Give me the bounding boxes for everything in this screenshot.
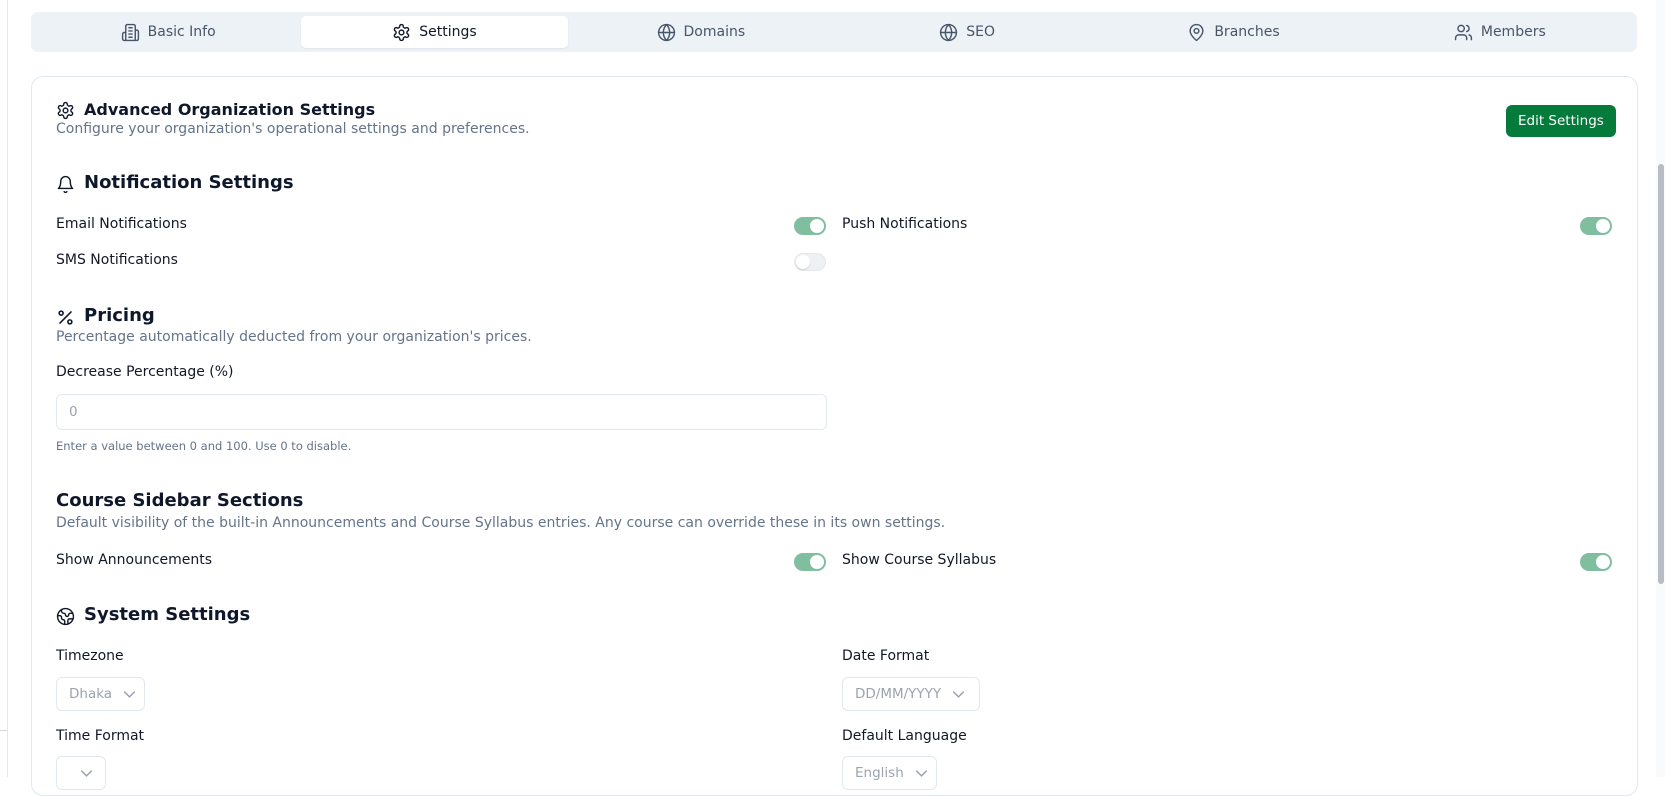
course-sidebar-description: Default visibility of the built-in Annou… xyxy=(56,515,946,531)
timezone-select[interactable]: Dhaka xyxy=(56,677,145,711)
tab-domains[interactable]: Domains xyxy=(568,16,834,48)
tab-basic-info[interactable]: Basic Info xyxy=(35,16,301,48)
card-title: Advanced Organization Settings xyxy=(84,100,376,119)
globe-icon xyxy=(56,607,75,626)
tab-members[interactable]: Members xyxy=(1367,16,1633,48)
tab-label: Branches xyxy=(1214,24,1280,40)
system-settings-title: System Settings xyxy=(84,604,251,625)
timezone-value: Dhaka xyxy=(69,686,113,702)
card-description: Configure your organization's operationa… xyxy=(56,121,530,137)
percent-icon xyxy=(56,308,75,327)
time-format-select[interactable] xyxy=(56,756,106,790)
scrollbar[interactable] xyxy=(1656,0,1665,777)
sms-notifications-label: SMS Notifications xyxy=(56,252,178,268)
date-format-value: DD/MM/YYYY xyxy=(855,686,942,702)
tab-bar: Basic Info Settings Domains SEO Branches… xyxy=(31,12,1637,52)
chevron-down-icon xyxy=(912,764,931,783)
course-sidebar-title: Course Sidebar Sections xyxy=(56,490,304,511)
default-language-label: Default Language xyxy=(842,728,967,744)
sms-notifications-toggle[interactable] xyxy=(794,253,826,271)
settings-card: Advanced Organization Settings Configure… xyxy=(31,76,1638,796)
pricing-description: Percentage automatically deducted from y… xyxy=(56,329,532,345)
tab-branches[interactable]: Branches xyxy=(1100,16,1366,48)
globe-icon xyxy=(939,23,958,42)
gear-icon xyxy=(392,23,411,42)
left-rail xyxy=(0,0,8,777)
decrease-percentage-input[interactable]: 0 xyxy=(56,394,827,430)
email-notifications-label: Email Notifications xyxy=(56,216,187,232)
building-icon xyxy=(121,23,140,42)
chevron-down-icon xyxy=(77,764,96,783)
email-notifications-toggle[interactable] xyxy=(794,217,826,235)
push-notifications-toggle[interactable] xyxy=(1580,217,1612,235)
bell-icon xyxy=(56,175,75,194)
show-announcements-toggle[interactable] xyxy=(794,553,826,571)
notification-settings-title: Notification Settings xyxy=(84,172,294,193)
time-format-label: Time Format xyxy=(56,728,145,744)
chevron-down-icon xyxy=(949,685,968,704)
date-format-select[interactable]: DD/MM/YYYY xyxy=(842,677,980,711)
tab-label: Basic Info xyxy=(147,24,216,40)
globe-icon xyxy=(657,23,676,42)
map-pin-icon xyxy=(1187,23,1206,42)
timezone-label: Timezone xyxy=(56,648,124,664)
decrease-percentage-help: Enter a value between 0 and 100. Use 0 t… xyxy=(56,439,352,453)
show-course-syllabus-toggle[interactable] xyxy=(1580,553,1612,571)
edit-settings-button[interactable]: Edit Settings xyxy=(1506,105,1616,137)
show-course-syllabus-label: Show Course Syllabus xyxy=(842,552,997,568)
tab-label: Members xyxy=(1480,24,1546,40)
default-language-select[interactable]: English xyxy=(842,756,937,790)
gear-icon xyxy=(56,101,75,120)
scrollbar-thumb[interactable] xyxy=(1658,164,1664,584)
decrease-percentage-label: Decrease Percentage (%) xyxy=(56,364,234,380)
push-notifications-label: Push Notifications xyxy=(842,216,968,232)
tab-label: Settings xyxy=(419,24,477,40)
tab-label: Domains xyxy=(683,24,746,40)
tab-settings[interactable]: Settings xyxy=(301,16,568,48)
pricing-title: Pricing xyxy=(84,305,155,326)
date-format-label: Date Format xyxy=(842,648,930,664)
users-icon xyxy=(1454,23,1473,42)
chevron-down-icon xyxy=(120,685,139,704)
show-announcements-label: Show Announcements xyxy=(56,552,213,568)
tab-label: SEO xyxy=(966,24,996,40)
decrease-percentage-value: 0 xyxy=(69,404,78,420)
tab-seo[interactable]: SEO xyxy=(834,16,1100,48)
left-rail-divider xyxy=(0,730,7,731)
default-language-value: English xyxy=(855,765,904,781)
